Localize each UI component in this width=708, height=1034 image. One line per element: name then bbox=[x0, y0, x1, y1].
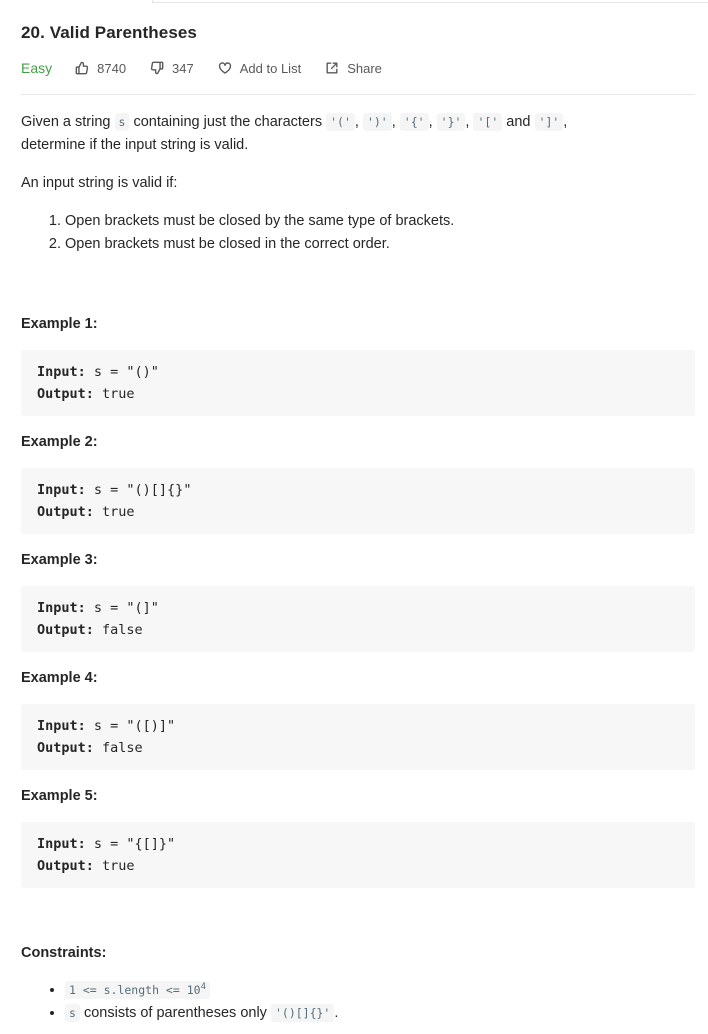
list-item: Open brackets must be closed in the corr… bbox=[65, 233, 695, 256]
constraint-text: . bbox=[334, 1005, 339, 1021]
thumbs-up-icon bbox=[75, 61, 89, 75]
like-button[interactable]: 8740 bbox=[75, 61, 126, 76]
top-panel-border bbox=[152, 0, 708, 3]
char-code: '(' bbox=[326, 113, 355, 131]
separator: , bbox=[563, 114, 568, 130]
var-s-code: s bbox=[65, 1004, 80, 1022]
output-value: true bbox=[93, 504, 135, 520]
separator: , bbox=[428, 114, 437, 130]
problem-description: 20. Valid Parentheses Easy 8740 347 Add … bbox=[21, 20, 695, 1025]
dislikes-count: 347 bbox=[172, 60, 194, 76]
output-label: Output: bbox=[37, 386, 94, 402]
heart-icon bbox=[218, 62, 231, 74]
output-value: false bbox=[93, 740, 143, 756]
constraint-code: 1 <= s.length <= 104 bbox=[65, 981, 210, 999]
output-value: true bbox=[93, 858, 135, 874]
list-item: 1 <= s.length <= 104 bbox=[65, 979, 695, 1002]
exponent: 4 bbox=[200, 982, 206, 993]
input-label: Input: bbox=[37, 718, 86, 734]
example-block: Input: s = "([)]" Output: false bbox=[21, 704, 695, 770]
intro-text: determine if the input string is valid. bbox=[21, 137, 249, 153]
constraints-list: 1 <= s.length <= 104 s consists of paren… bbox=[21, 979, 695, 1025]
constraint-code: '()[]{}' bbox=[270, 1004, 335, 1022]
example-block: Input: s = "()" Output: true bbox=[21, 350, 695, 416]
input-label: Input: bbox=[37, 364, 86, 380]
rules-list: Open brackets must be closed by the same… bbox=[21, 210, 695, 256]
constraint-text: consists of parentheses only bbox=[79, 1005, 271, 1021]
input-label: Input: bbox=[37, 836, 86, 852]
intro-text: Given a string bbox=[21, 114, 115, 130]
intro-text: containing just the characters bbox=[129, 114, 327, 130]
difficulty-label: Easy bbox=[21, 60, 53, 76]
example-title: Example 3: bbox=[21, 552, 98, 568]
example-title: Example 4: bbox=[21, 670, 98, 686]
var-s-code: s bbox=[114, 113, 130, 131]
example-block: Input: s = "{[]}" Output: true bbox=[21, 822, 695, 888]
dislike-button[interactable]: 347 bbox=[150, 61, 194, 76]
output-label: Output: bbox=[37, 858, 94, 874]
valid-if-paragraph: An input string is valid if: bbox=[21, 175, 178, 191]
input-value: s = "()" bbox=[85, 364, 159, 380]
input-value: s = "(]" bbox=[85, 600, 159, 616]
example-title: Example 1: bbox=[21, 316, 98, 332]
output-label: Output: bbox=[37, 622, 94, 638]
list-item: s consists of parentheses only '()[]{}'. bbox=[65, 1002, 695, 1025]
char-code: ')' bbox=[362, 113, 392, 131]
share-icon bbox=[326, 62, 338, 74]
input-label: Input: bbox=[37, 600, 86, 616]
constraints-title: Constraints: bbox=[21, 945, 107, 961]
separator: and bbox=[502, 114, 535, 130]
output-value: false bbox=[93, 622, 143, 638]
constraint-code-text: 1 <= s.length <= 10 bbox=[69, 983, 201, 997]
add-to-list-label: Add to List bbox=[239, 60, 302, 76]
output-label: Output: bbox=[37, 740, 94, 756]
char-code: '}' bbox=[436, 113, 466, 131]
likes-count: 8740 bbox=[97, 60, 127, 76]
intro-paragraph: Given a string s containing just the cha… bbox=[21, 111, 695, 157]
thumbs-down-icon bbox=[150, 61, 164, 75]
input-label: Input: bbox=[37, 482, 86, 498]
output-label: Output: bbox=[37, 504, 94, 520]
example-block: Input: s = "(]" Output: false bbox=[21, 586, 695, 652]
list-item: Open brackets must be closed by the same… bbox=[65, 210, 695, 233]
example-title: Example 5: bbox=[21, 788, 98, 804]
separator: , bbox=[391, 114, 400, 130]
separator: , bbox=[354, 114, 363, 130]
add-to-list-button[interactable]: Add to List bbox=[218, 61, 301, 76]
example-title: Example 2: bbox=[21, 434, 98, 450]
char-code: '{' bbox=[399, 113, 429, 131]
input-value: s = "{[]}" bbox=[85, 836, 176, 852]
description-body: Given a string s containing just the cha… bbox=[21, 111, 695, 1025]
problem-meta-bar: Easy 8740 347 Add to List Share bbox=[21, 54, 695, 82]
share-label: Share bbox=[347, 60, 382, 76]
example-block: Input: s = "()[]{}" Output: true bbox=[21, 468, 695, 534]
meta-divider bbox=[21, 94, 695, 95]
char-code: ']' bbox=[534, 113, 564, 131]
problem-title: 20. Valid Parentheses bbox=[21, 23, 197, 42]
output-value: true bbox=[93, 386, 135, 402]
share-button[interactable]: Share bbox=[325, 61, 382, 76]
input-value: s = "()[]{}" bbox=[85, 482, 192, 498]
input-value: s = "([)]" bbox=[85, 718, 176, 734]
char-code: '[' bbox=[473, 113, 503, 131]
